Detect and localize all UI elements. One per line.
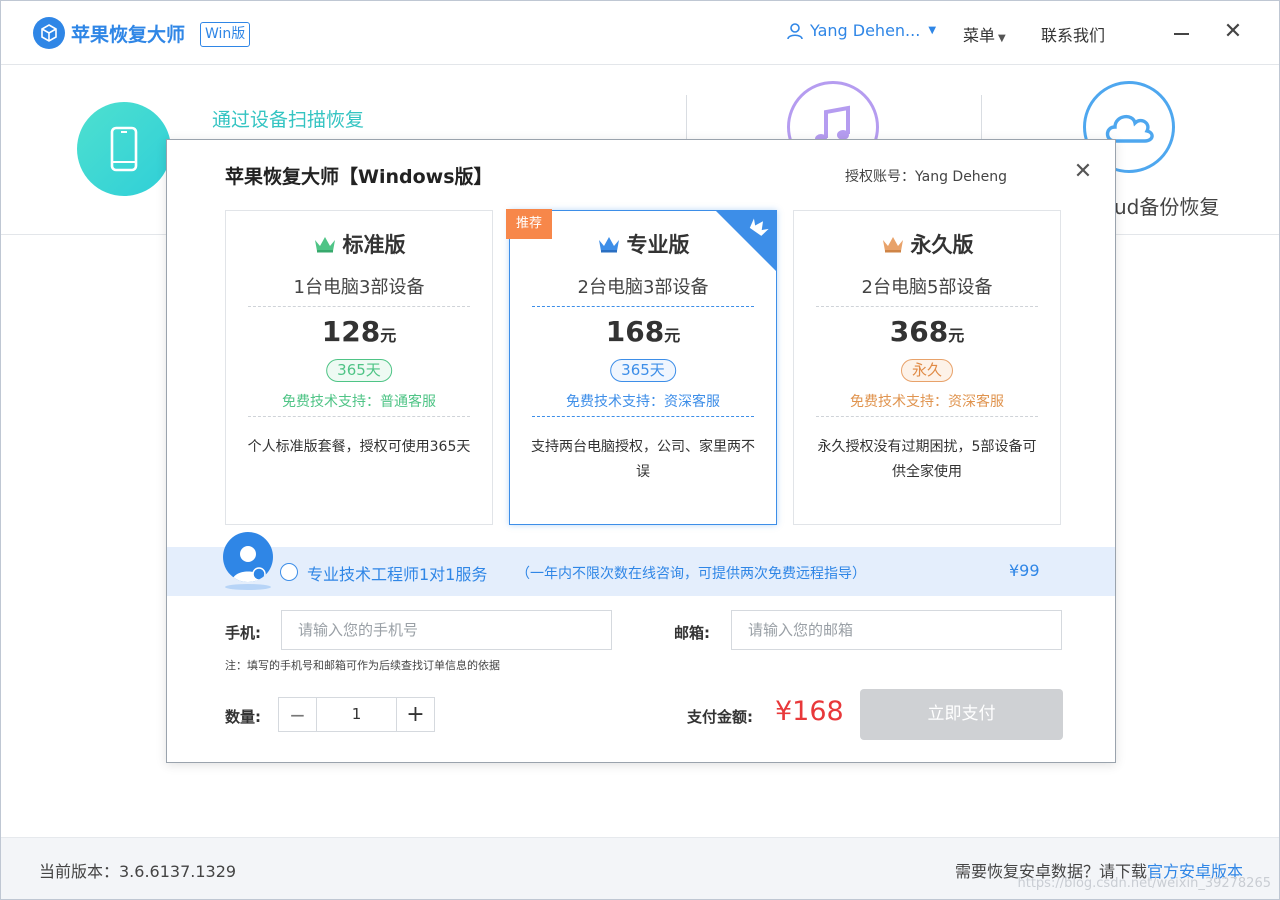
plan-name: 标准版 (342, 233, 406, 257)
plan-support: 免费技术支持：资深客服 (850, 394, 1004, 410)
plan-card-standard[interactable]: 标准版 1台电脑3部设备 128元 365天 免费技术支持：普通客服 个人标准版… (225, 210, 493, 525)
divider (686, 95, 687, 145)
expert-service-note: （一年内不限次数在线咨询，可提供两次免费远程指导） (516, 566, 866, 582)
title-bar: 苹果恢复大师 Win版 Yang Dehen... ▼ 菜单 ▼ 联系我们 ✕ (1, 1, 1279, 65)
price-unit: 元 (380, 326, 397, 345)
price-value: 368 (889, 315, 949, 348)
increment-button[interactable]: + (397, 698, 434, 731)
payment-amount-label: 支付金额: (687, 708, 753, 726)
divider (248, 306, 470, 307)
chevron-down-icon: ▼ (928, 25, 937, 36)
plan-header: 永久版 (794, 229, 1060, 259)
phone-label: 手机: (225, 624, 261, 642)
divider (532, 416, 754, 417)
person-icon (232, 546, 266, 582)
price-value: 168 (605, 315, 665, 348)
cube-icon (41, 24, 57, 42)
device-scan-option-icon[interactable] (77, 102, 171, 196)
plan-price: 128元 (226, 315, 492, 348)
crown-icon (598, 237, 619, 253)
divider (816, 306, 1038, 307)
phone-input[interactable] (281, 610, 612, 650)
dialog-title: 苹果恢复大师【Windows版】 (225, 166, 493, 188)
plan-description: 永久授权没有过期困扰，5部设备可供全家使用 (817, 439, 1037, 480)
dialog-close-button[interactable]: ✕ (1073, 161, 1093, 183)
crown-icon (314, 237, 335, 253)
plan-name: 专业版 (626, 233, 690, 257)
minimize-button[interactable] (1171, 19, 1193, 45)
email-input[interactable] (731, 610, 1062, 650)
device-scan-option-title[interactable]: 通过设备扫描恢复 (212, 105, 364, 132)
plan-description: 支持两台电脑授权，公司、家里两不误 (531, 439, 755, 480)
pay-now-button[interactable]: 立即支付 (860, 689, 1063, 740)
avatar-shadow (225, 584, 271, 590)
quantity-label: 数量: (225, 708, 261, 726)
user-menu[interactable]: Yang Dehen... ▼ (786, 21, 936, 40)
divider (532, 306, 754, 307)
user-name: Yang Dehen... (810, 21, 921, 40)
divider (981, 95, 982, 145)
status-footer: 当前版本：3.6.6137.1329 需要恢复安卓数据？请下载官方安卓版本 ht… (1, 837, 1279, 899)
plan-card-professional[interactable]: 推荐 专业版 2台电脑3部设备 168元 365天 免费技术支持：资深客服 支持… (506, 209, 777, 525)
quantity-stepper: − 1 + (278, 697, 435, 732)
price-unit: 元 (664, 326, 681, 345)
version-text: 当前版本：3.6.6137.1329 (39, 862, 237, 881)
icloud-option-title[interactable]: ud备份恢复 (1114, 191, 1219, 220)
plan-devices: 1台电脑3部设备 (293, 277, 425, 298)
price-unit: 元 (948, 326, 965, 345)
plan-period-badge: 365天 (610, 359, 676, 382)
expert-service-radio[interactable] (280, 563, 298, 581)
watermark: https://blog.csdn.net/weixin_39278265 (1017, 876, 1271, 891)
app-logo-icon (33, 17, 65, 49)
plan-period-badge: 永久 (900, 359, 954, 382)
app-title: 苹果恢复大师 (71, 24, 186, 46)
decrement-button[interactable]: − (279, 698, 316, 731)
main-menu[interactable]: 菜单 ▼ (963, 22, 1006, 46)
plan-price: 368元 (794, 315, 1060, 348)
quantity-value[interactable]: 1 (316, 698, 397, 731)
menu-label: 菜单 (963, 26, 996, 45)
price-value: 128 (321, 315, 381, 348)
divider (248, 416, 470, 417)
plan-support: 免费技术支持：普通客服 (282, 394, 436, 410)
chevron-down-icon: ▼ (998, 33, 1006, 44)
app-window: 苹果恢复大师 Win版 Yang Dehen... ▼ 菜单 ▼ 联系我们 ✕ 通… (0, 0, 1280, 900)
phone-icon (110, 126, 138, 172)
plan-description: 个人标准版套餐，授权可使用365天 (247, 439, 471, 455)
close-window-button[interactable]: ✕ (1221, 19, 1245, 45)
plan-header: 专业版 (510, 229, 776, 259)
contact-us-link[interactable]: 联系我们 (1041, 22, 1105, 46)
engineer-avatar-icon (223, 532, 273, 582)
plan-name: 永久版 (910, 233, 974, 257)
form-hint: 注：填写的手机号和邮箱可作为后续查找订单信息的依据 (225, 659, 500, 672)
expert-service-price: ¥99 (1009, 561, 1040, 580)
divider (816, 416, 1038, 417)
plan-support: 免费技术支持：资深客服 (566, 394, 720, 410)
edition-badge: Win版 (200, 22, 251, 47)
plan-price: 168元 (510, 315, 776, 348)
crown-icon (882, 237, 903, 253)
plan-header: 标准版 (226, 229, 492, 259)
expert-service-title[interactable]: 专业技术工程师1对1服务 (307, 561, 487, 585)
license-account: 授权账号：Yang Deheng (845, 169, 1008, 185)
plan-devices: 2台电脑3部设备 (577, 277, 709, 298)
plan-card-lifetime[interactable]: 永久版 2台电脑5部设备 368元 永久 免费技术支持：资深客服 永久授权没有过… (793, 210, 1061, 525)
purchase-dialog: 苹果恢复大师【Windows版】 授权账号：Yang Deheng ✕ 标准版 … (166, 139, 1116, 763)
plan-devices: 2台电脑5部设备 (861, 277, 993, 298)
user-icon (787, 22, 803, 39)
plan-period-badge: 365天 (326, 359, 392, 382)
payment-amount: ¥168 (775, 696, 844, 727)
email-label: 邮箱: (674, 624, 710, 642)
